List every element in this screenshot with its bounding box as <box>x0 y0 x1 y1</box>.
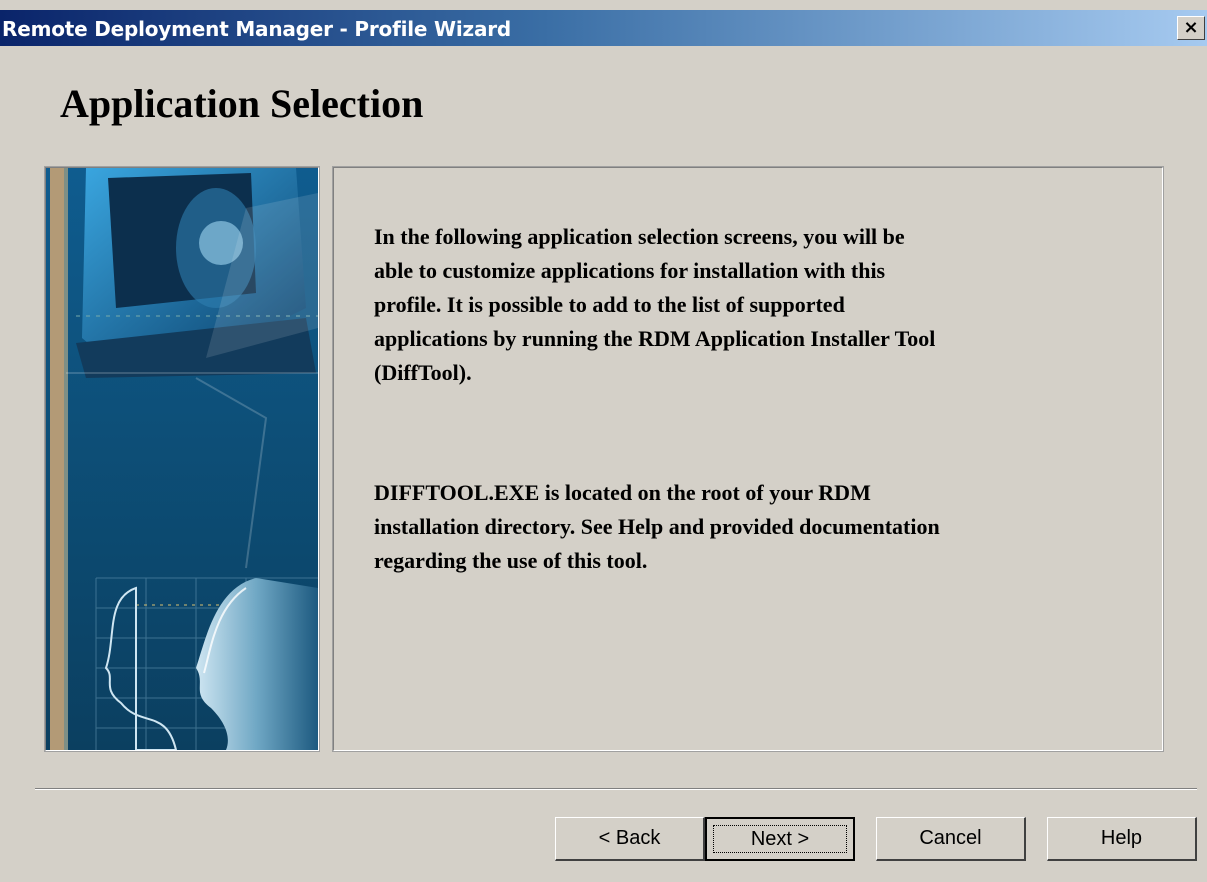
back-button-label: < Back <box>598 827 661 849</box>
next-button-label: Next > <box>750 828 810 850</box>
cancel-button[interactable]: Cancel <box>876 817 1026 861</box>
title-bar[interactable]: Remote Deployment Manager - Profile Wiza… <box>0 10 1207 46</box>
button-separator <box>35 788 1197 790</box>
next-button[interactable]: Next > <box>705 817 855 861</box>
close-icon[interactable]: × <box>1177 16 1205 40</box>
wizard-illustration-graphic <box>46 168 318 750</box>
page-title: Application Selection <box>60 81 424 126</box>
description-paragraph-2: DIFFTOOL.EXE is located on the root of y… <box>374 480 940 573</box>
description-paragraph-1: In the following application selection s… <box>374 224 936 385</box>
wizard-window: Remote Deployment Manager - Profile Wiza… <box>0 0 1207 882</box>
help-button-label: Help <box>1100 827 1143 849</box>
back-button[interactable]: < Back <box>555 817 705 861</box>
wizard-illustration <box>44 166 320 752</box>
cancel-button-label: Cancel <box>919 827 982 849</box>
description-panel: In the following application selection s… <box>332 166 1164 752</box>
window-title: Remote Deployment Manager - Profile Wiza… <box>2 17 512 41</box>
help-button[interactable]: Help <box>1047 817 1197 861</box>
